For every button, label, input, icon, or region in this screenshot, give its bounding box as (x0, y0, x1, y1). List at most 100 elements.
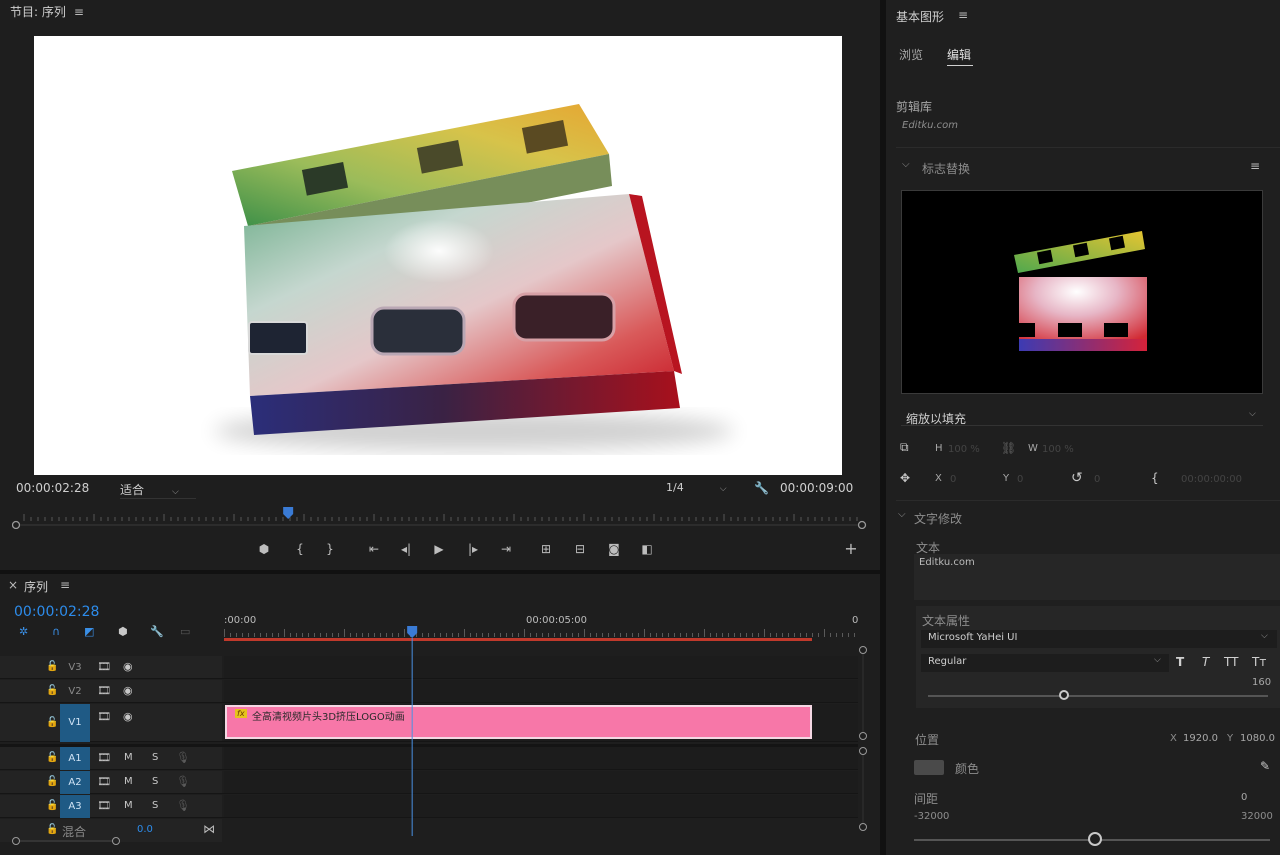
logo-preview[interactable] (901, 190, 1263, 394)
track-name[interactable]: V3 (60, 659, 90, 676)
panel-menu-icon[interactable]: ≡ (74, 5, 84, 19)
track-name[interactable]: A2 (60, 771, 90, 794)
font-size-slider[interactable] (928, 695, 1268, 697)
lock-icon[interactable]: 🔓 (46, 752, 58, 763)
solo-button[interactable]: S (152, 800, 158, 811)
tab-edit[interactable]: 编辑 (947, 46, 971, 63)
film-icon[interactable]: 🎞 (97, 799, 111, 812)
mute-button[interactable]: M (124, 776, 133, 787)
resolution-dropdown[interactable]: 1/4 ⌵ (666, 481, 742, 494)
time-value[interactable]: 00:00:00:00 (1181, 474, 1242, 485)
track-name[interactable]: A3 (60, 795, 90, 818)
eye-icon[interactable]: ◉ (123, 660, 133, 673)
tab-browse[interactable]: 浏览 (899, 46, 923, 63)
eye-icon[interactable]: ◉ (123, 684, 133, 697)
extract-icon[interactable]: ⊟ (572, 541, 588, 557)
font-size-slider-knob[interactable] (1059, 690, 1069, 700)
solo-button[interactable]: S (152, 752, 158, 763)
close-icon[interactable]: × (8, 578, 18, 592)
horizontal-scrollbar[interactable] (10, 835, 122, 847)
pos-y-value[interactable]: 1080.0 (1240, 733, 1275, 744)
lock-icon[interactable]: 🔓 (46, 824, 58, 835)
captions-icon[interactable]: ▭ (180, 625, 190, 638)
magnet-icon[interactable]: ∩ (52, 625, 60, 638)
current-timecode[interactable]: 00:00:02:28 (16, 481, 89, 495)
all-caps-button[interactable]: TT (1224, 655, 1238, 669)
lock-icon[interactable]: 🔓 (46, 685, 58, 696)
timeline-timecode[interactable]: 00:00:02:28 (14, 604, 99, 620)
move-icon[interactable]: ✥ (900, 471, 910, 485)
vertical-scrollbar[interactable] (857, 646, 869, 836)
marker-icon[interactable]: ⬢ (256, 541, 272, 557)
w-value[interactable]: 100 % (1042, 444, 1074, 455)
panel-menu-icon[interactable]: ≡ (958, 8, 968, 22)
bold-button[interactable]: T (1176, 655, 1184, 669)
spacing-slider-knob[interactable] (1088, 832, 1102, 846)
microphone-icon[interactable]: 🎙 (176, 799, 190, 812)
program-ruler[interactable] (11, 505, 868, 530)
unlink-icon[interactable]: ⛓ (1001, 441, 1016, 455)
lock-icon[interactable]: 🔓 (46, 800, 58, 811)
go-to-in-icon[interactable]: ⇤ (366, 541, 382, 557)
film-icon[interactable]: 🎞 (97, 660, 111, 673)
lift-icon[interactable]: ⊞ (538, 541, 554, 557)
text-section-title[interactable]: 文字修改 (914, 510, 962, 527)
chevron-down-icon[interactable]: ⌵ (902, 159, 910, 170)
eyedropper-icon[interactable]: ✎ (1260, 759, 1270, 773)
font-size-value[interactable]: 160 (1252, 677, 1271, 688)
add-marker-icon[interactable]: ⬢ (118, 625, 128, 638)
sequence-tab[interactable]: 序列 (24, 578, 48, 595)
solo-button[interactable]: S (152, 776, 158, 787)
wrench-icon[interactable]: 🔧 (150, 625, 164, 638)
add-button-icon[interactable]: + (843, 541, 859, 557)
color-swatch[interactable] (914, 760, 944, 775)
track-name[interactable]: V1 (60, 704, 90, 742)
section-menu-icon[interactable]: ≡ (1250, 159, 1260, 173)
microphone-icon[interactable]: 🎙 (176, 751, 190, 764)
film-icon[interactable]: 🎞 (97, 684, 111, 697)
play-icon[interactable]: ▶ (431, 541, 447, 557)
step-forward-icon[interactable]: |▸ (465, 541, 481, 557)
spacing-value[interactable]: 0 (1241, 792, 1247, 803)
program-title[interactable]: 节目: 序列 (10, 5, 66, 19)
font-dropdown[interactable]: Microsoft YaHei UI ⌵ (921, 630, 1277, 648)
rotation-value[interactable]: 0 (1094, 474, 1100, 485)
rotate-icon[interactable]: ↺ (1071, 470, 1083, 486)
fit-dropdown[interactable]: 适合 ⌵ (120, 481, 196, 499)
video-preview[interactable] (34, 36, 842, 475)
font-style-dropdown[interactable]: Regular ⌵ (921, 654, 1169, 672)
camera-icon[interactable]: ◙ (606, 541, 622, 557)
lock-icon[interactable]: 🔓 (46, 717, 58, 728)
snap-icon[interactable]: ✲ (19, 625, 28, 638)
microphone-icon[interactable]: 🎙 (176, 775, 190, 788)
lock-icon[interactable]: 🔓 (46, 776, 58, 787)
linked-selection-icon[interactable]: ◩ (84, 625, 94, 638)
mute-button[interactable]: M (124, 752, 133, 763)
text-input[interactable]: Editku.com (914, 554, 1280, 600)
panel-menu-icon[interactable]: ≡ (60, 578, 70, 592)
scale-link-icon[interactable]: ⧉ (900, 440, 909, 455)
y-value[interactable]: 0 (1017, 474, 1023, 485)
film-icon[interactable]: 🎞 (97, 710, 111, 723)
film-icon[interactable]: 🎞 (97, 751, 111, 764)
mark-out-icon[interactable]: } (322, 541, 338, 557)
step-back-icon[interactable]: ◂| (398, 541, 414, 557)
small-caps-button[interactable]: Tт (1252, 655, 1266, 669)
pos-x-value[interactable]: 1920.0 (1183, 733, 1218, 744)
mute-button[interactable]: M (124, 800, 133, 811)
wrench-icon[interactable]: 🔧 (754, 481, 769, 495)
h-value[interactable]: 100 % (948, 444, 980, 455)
track-name[interactable]: A1 (60, 747, 90, 770)
scale-mode-dropdown[interactable]: 缩放以填充 ⌵ (901, 408, 1263, 426)
x-value[interactable]: 0 (950, 474, 956, 485)
logo-section-title[interactable]: 标志替换 (922, 160, 970, 177)
lock-icon[interactable]: 🔓 (46, 661, 58, 672)
keyframe-icon[interactable]: { (1151, 471, 1159, 485)
timeline-playhead[interactable] (224, 626, 858, 841)
film-icon[interactable]: 🎞 (97, 775, 111, 788)
chevron-down-icon[interactable]: ⌵ (898, 509, 906, 520)
mix-value[interactable]: 0.0 (137, 824, 153, 835)
go-to-out-icon[interactable]: ⇥ (498, 541, 514, 557)
eye-icon[interactable]: ◉ (123, 710, 133, 723)
mark-in-icon[interactable]: { (292, 541, 308, 557)
